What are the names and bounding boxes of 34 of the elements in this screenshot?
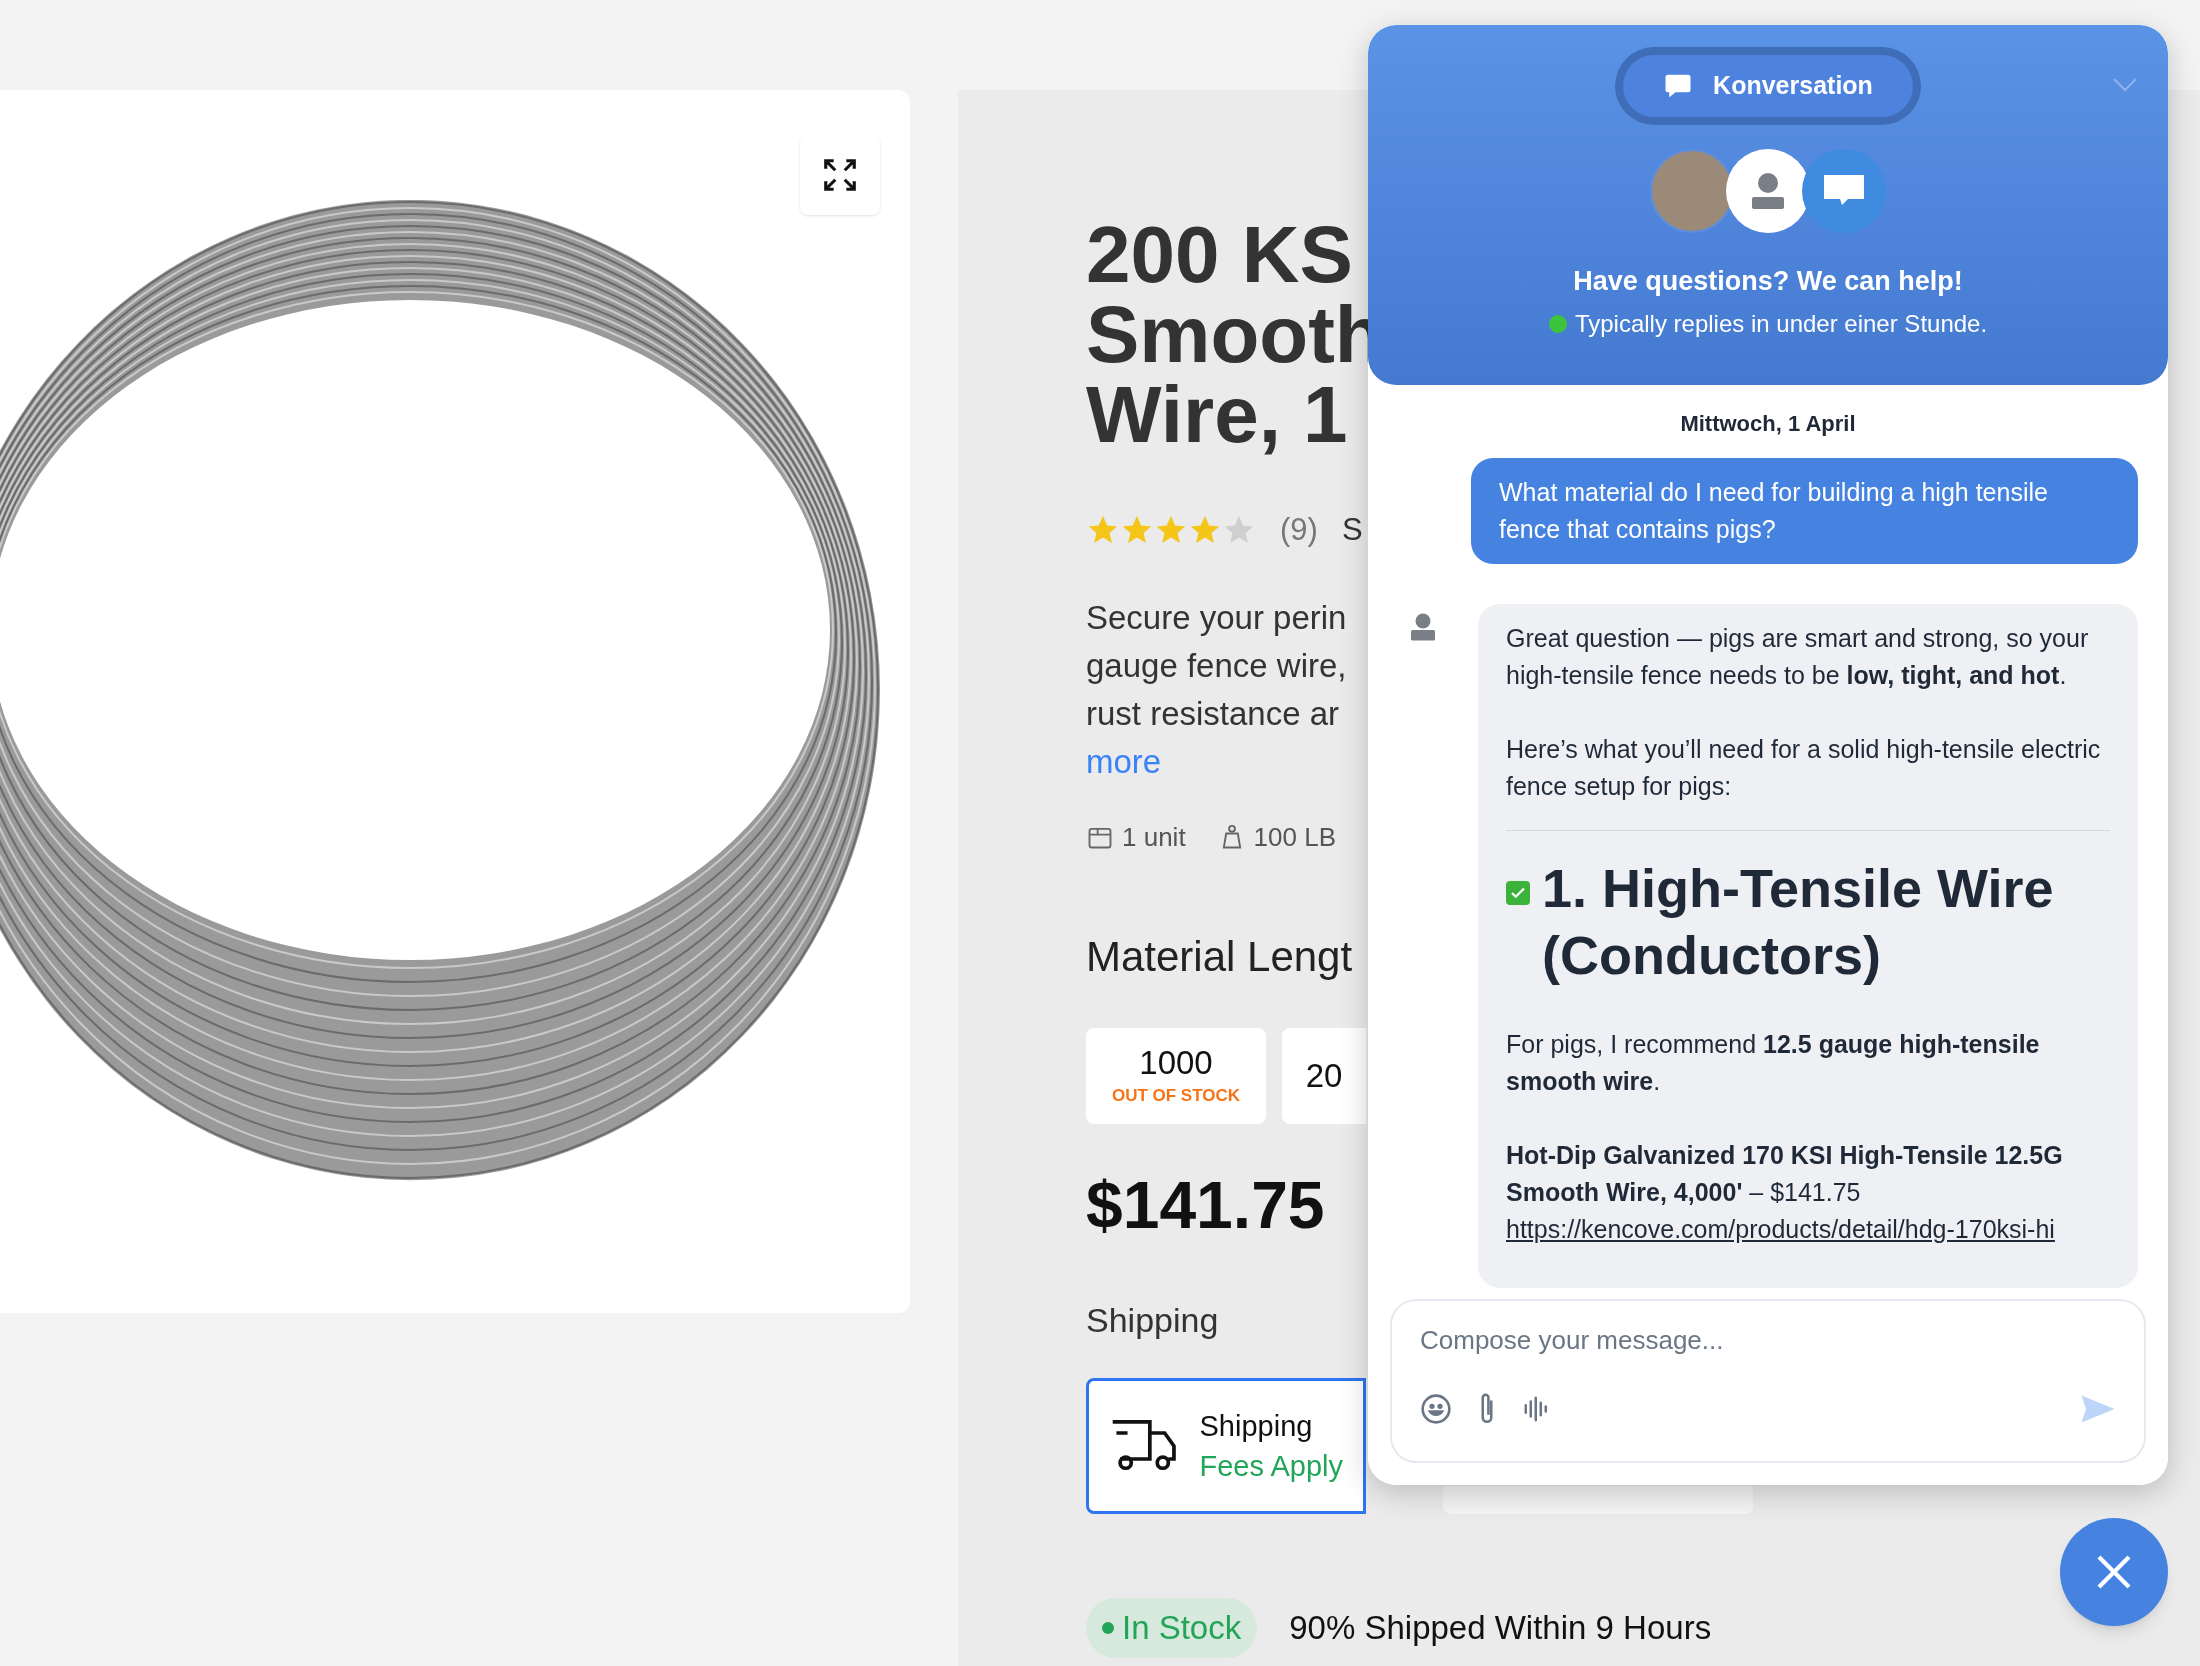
- conversation-tab[interactable]: Konversation: [1623, 55, 1913, 117]
- message-paragraph: Here’s what you’ll need for a solid high-tensile electric fence setup for pigs:: [1506, 734, 2102, 802]
- check-mark-icon: [1506, 881, 1530, 905]
- message-heading: 1. High-Tensile Wire (Conductors): [1542, 857, 2055, 987]
- shipping-option[interactable]: Shipping Fees Apply: [1086, 1377, 1366, 1514]
- length-option[interactable]: 20: [1282, 1027, 1366, 1124]
- agent-avatar-icon: [1408, 612, 1438, 642]
- message-composer[interactable]: Compose your message...: [1390, 1299, 2146, 1463]
- rating-text: S: [1341, 511, 1363, 549]
- description-text: Secure your perin: [1086, 597, 1347, 638]
- message-paragraph: Great question — pigs are smart and strong, so your high-tensile fence needs to be low, tight, and hot.: [1506, 623, 2090, 691]
- stock-badge: In Stock: [1086, 1597, 1258, 1658]
- shipping-label: Shipping: [1086, 1299, 1219, 1341]
- product-title: Wire, 1: [1086, 375, 1348, 455]
- date-divider: Mittwoch, 1 April: [1680, 410, 1856, 438]
- product-link[interactable]: https://kencove.com/products/detail/hdg-170ksi-hi: [1506, 1211, 2055, 1248]
- chat-heading: Have questions? We can help!: [1573, 265, 1963, 298]
- message-input[interactable]: Compose your message...: [1420, 1321, 2116, 1360]
- message-paragraph: For pigs, I recommend 12.5 gauge high-tensile smooth wire.: [1506, 1029, 2041, 1097]
- spec-text: 100 LB: [1253, 820, 1336, 854]
- spec-text: 1 unit: [1122, 820, 1186, 854]
- price: $141.75: [1086, 1166, 1325, 1244]
- length-option[interactable]: 1000 OUT OF STOCK: [1086, 1027, 1266, 1124]
- product-title: 200 KS: [1086, 215, 1353, 295]
- description-text: gauge fence wire,: [1086, 645, 1347, 686]
- user-message: What material do I need for building a high tensile fence that contains pigs?: [1471, 458, 2138, 564]
- expand-button[interactable]: [800, 135, 880, 215]
- description-text: rust resistance ar: [1086, 693, 1340, 734]
- material-length-label: Material Lengt: [1086, 931, 1353, 982]
- review-count[interactable]: (9): [1280, 507, 1318, 554]
- expand-icon: [821, 156, 859, 194]
- emoji-icon[interactable]: [1420, 1393, 1452, 1425]
- response-time-text: Typically replies in under einer Stunde.: [1574, 308, 1988, 339]
- shipping-note: 90% Shipped Within 9 Hours: [1289, 1607, 1712, 1648]
